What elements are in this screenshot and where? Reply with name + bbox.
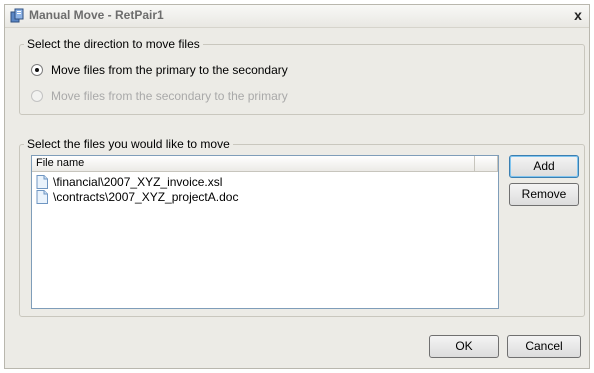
direction-group-legend: Select the direction to move files <box>27 37 200 51</box>
ok-button[interactable]: OK <box>429 335 499 358</box>
radio-button-checked[interactable] <box>31 64 43 76</box>
title-bar[interactable]: Manual Move - RetPair1 x <box>5 5 589 28</box>
column-header-file-name[interactable]: File name <box>32 156 475 171</box>
app-icon <box>10 8 24 23</box>
radio-secondary-to-primary[interactable]: Move files from the secondary to the pri… <box>31 88 288 104</box>
add-button[interactable]: Add <box>509 155 579 178</box>
radio-label-secondary-to-primary: Move files from the secondary to the pri… <box>51 89 288 103</box>
document-icon <box>36 175 48 189</box>
file-list[interactable]: File name \financial\2007_XYZ_invoice.xs… <box>31 155 499 309</box>
remove-button[interactable]: Remove <box>509 183 579 206</box>
file-name: \financial\2007_XYZ_invoice.xsl <box>53 175 223 189</box>
file-list-header: File name <box>32 156 498 172</box>
file-name: \contracts\2007_XYZ_projectA.doc <box>53 190 239 204</box>
radio-primary-to-secondary[interactable]: Move files from the primary to the secon… <box>31 62 288 78</box>
list-item[interactable]: \financial\2007_XYZ_invoice.xsl <box>36 174 222 190</box>
radio-button-disabled[interactable] <box>31 90 43 102</box>
radio-label-primary-to-secondary: Move files from the primary to the secon… <box>51 63 288 77</box>
files-group-legend: Select the files you would like to move <box>27 137 230 151</box>
cancel-button[interactable]: Cancel <box>507 335 581 358</box>
document-icon <box>36 190 48 204</box>
dialog-title: Manual Move - RetPair1 <box>29 8 164 22</box>
manual-move-dialog: Manual Move - RetPair1 x Select the dire… <box>4 4 590 369</box>
list-item[interactable]: \contracts\2007_XYZ_projectA.doc <box>36 189 238 205</box>
close-button[interactable]: x <box>571 8 585 23</box>
column-header-extra[interactable] <box>475 156 498 171</box>
